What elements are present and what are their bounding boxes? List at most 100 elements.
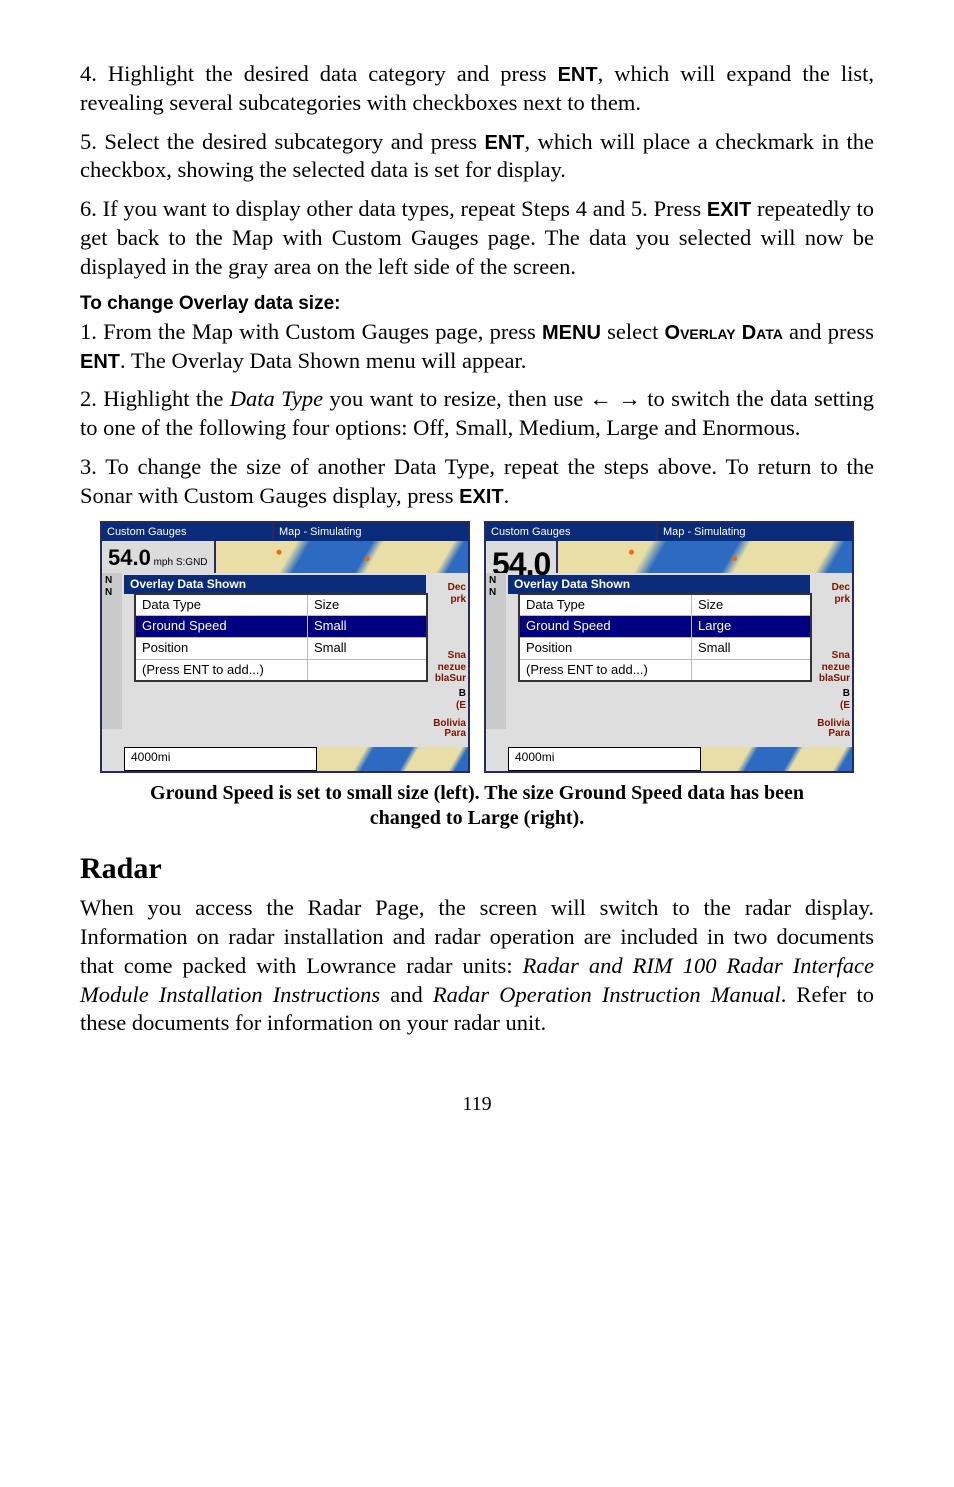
step-4-text-a: 4. Highlight the desired data category a…	[80, 61, 558, 86]
step-6-text-a: 6. If you want to display other data typ…	[80, 196, 707, 221]
figure-right-body: 54.0 Dec prk Sna nezue blaSur B (E Boliv…	[486, 541, 852, 771]
step-6-paragraph: 6. If you want to display other data typ…	[80, 195, 874, 281]
radar-paragraph: When you access the Radar Page, the scre…	[80, 894, 874, 1038]
overlay-list-header: Data Type Size	[136, 595, 426, 617]
list-item[interactable]: Ground Speed Large	[520, 616, 810, 638]
ov-step-1-d: . The Overlay Data Shown menu will appea…	[120, 348, 526, 373]
list-item[interactable]: (Press ENT to add...)	[136, 660, 426, 681]
figure-left-gauge-row: 54.0 mph S:GND Dec prk Sna nezue blaSur …	[102, 541, 468, 573]
list-item[interactable]: (Press ENT to add...)	[520, 660, 810, 681]
row-size: Small	[692, 638, 810, 659]
figure-right-title-map-simulating: Map - Simulating	[656, 523, 852, 541]
map-label-nezue: nezue	[822, 663, 850, 673]
row-size: Large	[692, 616, 810, 637]
list-item[interactable]: Position Small	[136, 638, 426, 660]
map-bottom-strip-right	[701, 747, 852, 771]
ov-step-1-a: 1. From the Map with Custom Gauges page,…	[80, 319, 542, 344]
row-name: (Press ENT to add...)	[136, 660, 308, 681]
overlay-data-shown-title-left: Overlay Data Shown	[124, 575, 426, 594]
figure-left-title-map-simulating: Map - Simulating	[272, 523, 468, 541]
exit-key-1: EXIT	[707, 199, 751, 221]
figure-caption: Ground Speed is set to small size (left)…	[120, 781, 834, 832]
map-bottom-strip-left	[317, 747, 468, 771]
figure-right-gauge-row: 54.0 Dec prk Sna nezue blaSur B (E Boliv…	[486, 541, 852, 573]
step-5-paragraph: 5. Select the desired subcategory and pr…	[80, 128, 874, 186]
ov-step-2-a: 2. Highlight the	[80, 386, 230, 411]
map-label-dec: Dec	[448, 583, 466, 593]
data-type-italic: Data Type	[230, 386, 323, 411]
list-item[interactable]: Ground Speed Small	[136, 616, 426, 638]
figure-right: Custom Gauges Map - Simulating 54.0 Dec …	[484, 521, 854, 773]
map-label-b: B	[843, 689, 850, 699]
row-size: Small	[308, 638, 426, 659]
map-label-blasur: blaSur	[819, 674, 850, 684]
row-name: (Press ENT to add...)	[520, 660, 692, 681]
map-label-sna: Sna	[448, 651, 466, 661]
figure-pair: Custom Gauges Map - Simulating 54.0 mph …	[80, 521, 874, 773]
overlay-header-data-type: Data Type	[520, 595, 692, 616]
ov-step-1-c: and press	[783, 319, 874, 344]
row-name: Ground Speed	[520, 616, 692, 637]
list-item[interactable]: Position Small	[520, 638, 810, 660]
overlay-data-key: Overlay Data	[665, 322, 783, 344]
map-scale-right: 4000mi	[508, 747, 701, 771]
map-label-para: Para	[444, 729, 466, 739]
step-4-paragraph: 4. Highlight the desired data category a…	[80, 60, 874, 118]
ground-speed-value-left: 54.0 mph S:GND	[102, 541, 214, 573]
row-size	[308, 660, 426, 681]
overlay-list-header: Data Type Size	[520, 595, 810, 617]
map-label-prk: prk	[834, 595, 850, 605]
map-label-dec: Dec	[832, 583, 850, 593]
figure-left-body: 54.0 mph S:GND Dec prk Sna nezue blaSur …	[102, 541, 468, 771]
row-size	[692, 660, 810, 681]
radar-doc-2-title: Radar Operation Instruction Manual	[433, 982, 781, 1007]
overlay-list-right: Data Type Size Ground Speed Large Positi…	[518, 593, 812, 683]
figure-right-titlebar: Custom Gauges Map - Simulating	[486, 523, 852, 541]
overlay-header-size: Size	[308, 595, 426, 616]
step-5-text-a: 5. Select the desired subcategory and pr…	[80, 129, 485, 154]
map-label-blasur: blaSur	[435, 674, 466, 684]
ent-key-3: ENT	[80, 351, 120, 373]
figure-left: Custom Gauges Map - Simulating 54.0 mph …	[100, 521, 470, 773]
map-label-prk: prk	[450, 595, 466, 605]
compass-n-left: N N	[102, 573, 122, 729]
figure-right-bottom-bar: 4000mi	[508, 747, 852, 771]
figure-right-map-sliver: Dec prk Sna nezue blaSur B (E Bolivia Pa…	[556, 541, 852, 573]
ground-speed-value-right: 54.0	[486, 541, 556, 573]
figure-left-titlebar: Custom Gauges Map - Simulating	[102, 523, 468, 541]
speed-value: 54.0	[108, 545, 151, 570]
ent-key-1: ENT	[558, 64, 598, 86]
map-label-para: Para	[828, 729, 850, 739]
map-label-ce: (E	[840, 701, 850, 711]
overlay-header-data-type: Data Type	[136, 595, 308, 616]
ov-step-1-b: select	[601, 319, 665, 344]
map-label-sna: Sna	[832, 651, 850, 661]
compass-n-right: N N	[486, 573, 506, 729]
figure-right-title-custom-gauges: Custom Gauges	[486, 523, 656, 541]
subheading-change-overlay-size: To change Overlay data size:	[80, 292, 874, 316]
overlay-step-3-paragraph: 3. To change the size of another Data Ty…	[80, 453, 874, 511]
map-scale-left: 4000mi	[124, 747, 317, 771]
exit-key-2: EXIT	[459, 486, 503, 508]
figure-left-title-custom-gauges: Custom Gauges	[102, 523, 272, 541]
figure-left-bottom-bar: 4000mi	[124, 747, 468, 771]
map-label-nezue: nezue	[438, 663, 466, 673]
overlay-step-1-paragraph: 1. From the Map with Custom Gauges page,…	[80, 318, 874, 376]
map-label-b: B	[459, 689, 466, 699]
overlay-list-left: Data Type Size Ground Speed Small Positi…	[134, 593, 428, 683]
overlay-step-2-paragraph: 2. Highlight the Data Type you want to r…	[80, 385, 874, 443]
ov-step-3-b: .	[504, 483, 510, 508]
row-name: Position	[520, 638, 692, 659]
row-name: Position	[136, 638, 308, 659]
figure-left-map-sliver: Dec prk Sna nezue blaSur B (E Bolivia Pa…	[214, 541, 468, 573]
page-number: 119	[80, 1092, 874, 1118]
ent-key-2: ENT	[485, 132, 525, 154]
row-name: Ground Speed	[136, 616, 308, 637]
speed-unit: mph S:GND	[151, 557, 208, 568]
radar-text-b: and	[380, 982, 433, 1007]
overlay-data-shown-title-right: Overlay Data Shown	[508, 575, 810, 594]
menu-key: MENU	[542, 322, 601, 344]
row-size: Small	[308, 616, 426, 637]
radar-heading: Radar	[80, 850, 874, 888]
map-label-ce: (E	[456, 701, 466, 711]
